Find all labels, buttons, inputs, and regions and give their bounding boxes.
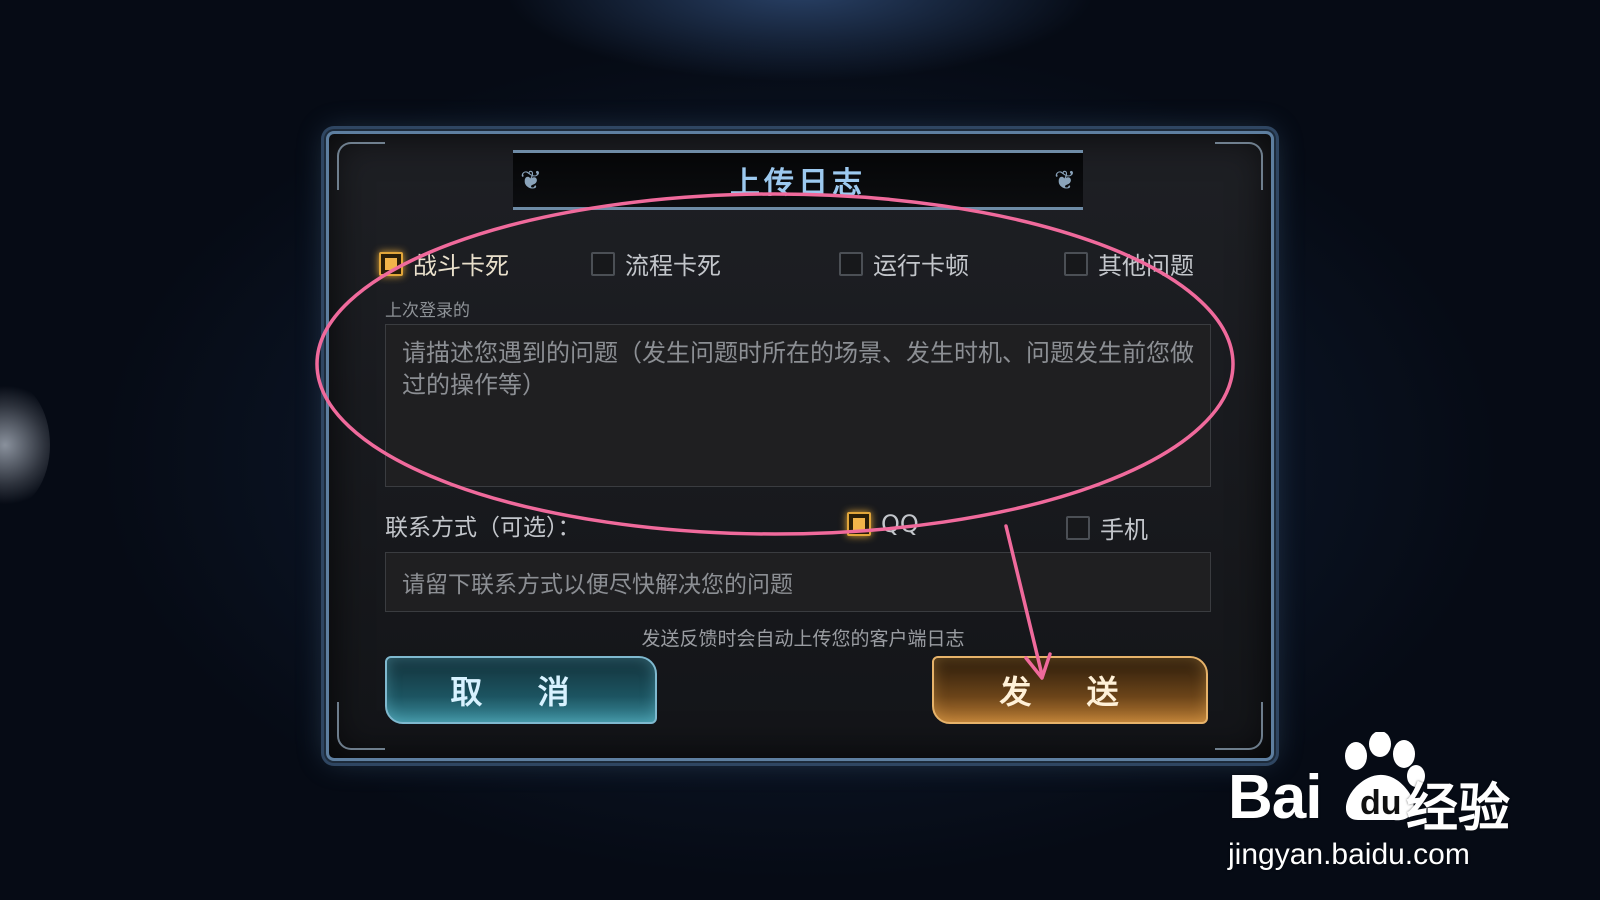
contact-option-phone[interactable]: 手机 <box>1066 510 1148 545</box>
ornament-icon: ❦ <box>520 166 542 196</box>
checkbox-icon[interactable] <box>591 251 615 276</box>
contact-option-qq[interactable]: QQ <box>847 510 919 538</box>
background-bokeh-light <box>0 380 50 510</box>
checkbox-icon[interactable] <box>1066 515 1090 540</box>
ornament-icon: ❦ <box>1054 166 1076 196</box>
issue-option-lag[interactable]: 运行卡顿 <box>839 246 969 281</box>
baidu-jingyan-watermark: Bai du 经验 jingyan.baidu.com <box>1228 732 1558 872</box>
contact-method-label: 联系方式（可选）： <box>385 515 581 541</box>
watermark-product: 经验 <box>1406 779 1511 839</box>
watermark-url: jingyan.baidu.com <box>1228 838 1470 871</box>
checkbox-checked-icon[interactable] <box>847 512 871 536</box>
issue-option-other[interactable]: 其他问题 <box>1064 246 1194 281</box>
description-placeholder: 请描述您遇到的问题（发生问题时所在的场景、发生时机、问题发生前您做过的操作等） <box>402 339 1194 399</box>
issue-option-label: 其他问题 <box>1098 252 1194 280</box>
checkbox-icon[interactable] <box>839 251 863 276</box>
dialog-title: 上传日志 <box>730 166 866 201</box>
frame-corner-ornament <box>1215 142 1263 190</box>
send-button[interactable]: 发 送 <box>932 656 1208 724</box>
dialog-title-bar: ❦ 上传日志 ❦ <box>513 150 1083 210</box>
frame-corner-ornament <box>337 142 385 190</box>
issue-option-label: 战斗卡死 <box>413 252 509 280</box>
upload-log-dialog: ❦ 上传日志 ❦ 战斗卡死 流程卡死 运行卡顿 其他问题 上次登录的 请描述您遇… <box>326 131 1274 761</box>
contact-input[interactable]: 请留下联系方式以便尽快解决您的问题 <box>385 552 1211 612</box>
frame-corner-ornament <box>337 702 385 750</box>
cancel-button[interactable]: 取 消 <box>385 656 657 724</box>
description-textarea[interactable]: 请描述您遇到的问题（发生问题时所在的场景、发生时机、问题发生前您做过的操作等） <box>385 324 1211 487</box>
last-login-label: 上次登录的 <box>385 301 470 321</box>
issue-option-label: 运行卡顿 <box>873 252 969 280</box>
watermark-brand-du: du <box>1360 784 1402 822</box>
watermark-brand: Bai <box>1228 763 1322 832</box>
contact-input-placeholder: 请留下联系方式以便尽快解决您的问题 <box>402 572 793 598</box>
contact-option-label: 手机 <box>1100 516 1148 544</box>
checkbox-checked-icon[interactable] <box>379 251 403 276</box>
checkbox-icon[interactable] <box>1064 251 1088 276</box>
issue-option-label: 流程卡死 <box>625 252 721 280</box>
issue-option-battle-freeze[interactable]: 战斗卡死 <box>379 246 509 281</box>
contact-option-label: QQ <box>881 510 919 538</box>
auto-upload-notice: 发送反馈时会自动上传您的客户端日志 <box>641 628 965 650</box>
issue-option-flow-freeze[interactable]: 流程卡死 <box>591 246 721 281</box>
